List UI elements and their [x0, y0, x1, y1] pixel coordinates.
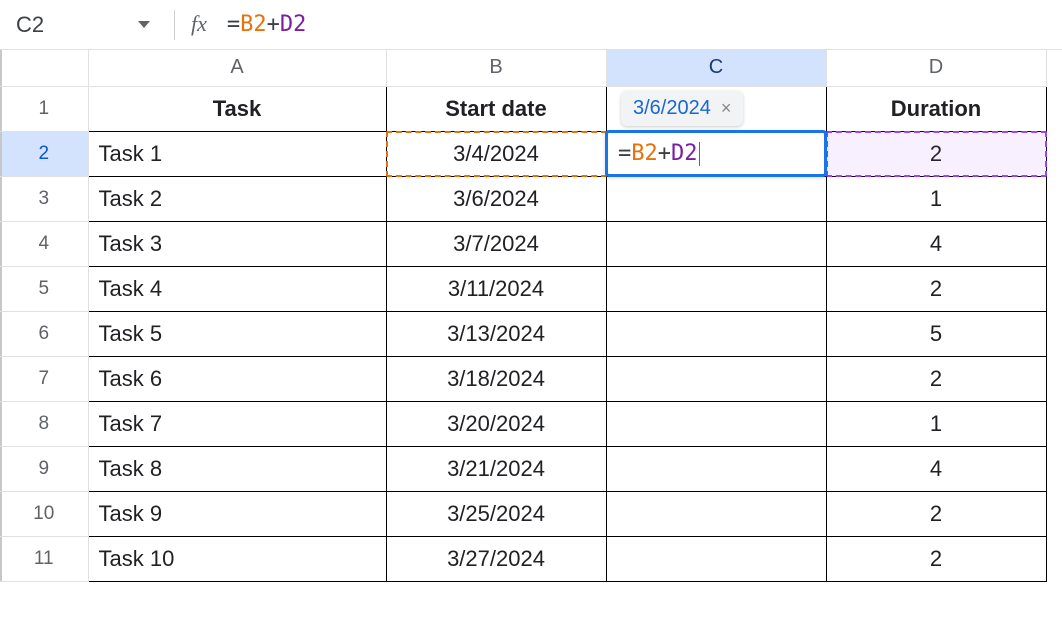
formula-token-ref1: B2 — [240, 12, 267, 37]
row-5: 5 Task 4 3/11/2024 2 — [0, 266, 1046, 311]
cell-D9[interactable]: 4 — [826, 446, 1046, 491]
cell-B5[interactable]: 3/11/2024 — [386, 266, 606, 311]
cell-A5[interactable]: Task 4 — [88, 266, 386, 311]
row-1: 1 Task Start date Duration — [0, 86, 1046, 131]
row-7: 7 Task 6 3/18/2024 2 — [0, 356, 1046, 401]
editor-token-plus: + — [658, 141, 671, 166]
name-box-value: C2 — [16, 12, 44, 38]
row-6: 6 Task 5 3/13/2024 5 — [0, 311, 1046, 356]
cell-D5[interactable]: 2 — [826, 266, 1046, 311]
row-header-2[interactable]: 2 — [0, 131, 88, 176]
cell-A3[interactable]: Task 2 — [88, 176, 386, 221]
cell-D1[interactable]: Duration — [826, 86, 1046, 131]
cell-D11[interactable]: 2 — [826, 536, 1046, 581]
select-all-corner[interactable] — [0, 50, 88, 86]
row-4: 4 Task 3 3/7/2024 4 — [0, 221, 1046, 266]
cell-A2[interactable]: Task 1 — [88, 131, 386, 176]
cell-C3[interactable] — [606, 176, 826, 221]
cell-B4[interactable]: 3/7/2024 — [386, 221, 606, 266]
cell-A9[interactable]: Task 8 — [88, 446, 386, 491]
formula-result-preview: 3/6/2024 × — [621, 91, 743, 126]
col-header-B[interactable]: B — [386, 50, 606, 86]
row-11: 11 Task 10 3/27/2024 2 — [0, 536, 1046, 581]
formula-bar: C2 fx =B2+D2 — [0, 0, 1062, 50]
cell-C10[interactable] — [606, 491, 826, 536]
cell-A6[interactable]: Task 5 — [88, 311, 386, 356]
formula-token-plus: + — [267, 12, 280, 37]
cell-C6[interactable] — [606, 311, 826, 356]
cell-editor[interactable]: =B2+D2 — [605, 130, 827, 177]
preview-value: 3/6/2024 — [633, 97, 711, 120]
cell-D10[interactable]: 2 — [826, 491, 1046, 536]
row-header-3[interactable]: 3 — [0, 176, 88, 221]
formula-token-eq: = — [227, 12, 240, 37]
chevron-down-icon[interactable] — [138, 21, 150, 28]
editor-token-ref1: B2 — [631, 141, 658, 166]
cell-D4[interactable]: 4 — [826, 221, 1046, 266]
cell-B3[interactable]: 3/6/2024 — [386, 176, 606, 221]
separator — [174, 10, 175, 40]
cell-B8[interactable]: 3/20/2024 — [386, 401, 606, 446]
row-header-6[interactable]: 6 — [0, 311, 88, 356]
text-cursor — [699, 142, 700, 166]
formula-input[interactable]: =B2+D2 — [227, 12, 307, 37]
cell-B11[interactable]: 3/27/2024 — [386, 536, 606, 581]
cell-B6[interactable]: 3/13/2024 — [386, 311, 606, 356]
row-header-8[interactable]: 8 — [0, 401, 88, 446]
cell-C9[interactable] — [606, 446, 826, 491]
cell-A4[interactable]: Task 3 — [88, 221, 386, 266]
column-header-row: A B C D — [0, 50, 1046, 86]
row-header-10[interactable]: 10 — [0, 491, 88, 536]
formula-token-ref2: D2 — [280, 12, 307, 37]
row-3: 3 Task 2 3/6/2024 1 — [0, 176, 1046, 221]
cell-B10[interactable]: 3/25/2024 — [386, 491, 606, 536]
cell-A11[interactable]: Task 10 — [88, 536, 386, 581]
cell-D6[interactable]: 5 — [826, 311, 1046, 356]
cell-D8[interactable]: 1 — [826, 401, 1046, 446]
close-icon[interactable]: × — [721, 98, 732, 119]
editor-token-eq: = — [618, 141, 631, 166]
row-8: 8 Task 7 3/20/2024 1 — [0, 401, 1046, 446]
row-2: 2 Task 1 3/4/2024 2 — [0, 131, 1046, 176]
cell-A7[interactable]: Task 6 — [88, 356, 386, 401]
cell-A10[interactable]: Task 9 — [88, 491, 386, 536]
cell-C7[interactable] — [606, 356, 826, 401]
cell-D3[interactable]: 1 — [826, 176, 1046, 221]
col-header-C[interactable]: C — [606, 50, 826, 86]
cell-A8[interactable]: Task 7 — [88, 401, 386, 446]
col-header-D[interactable]: D — [826, 50, 1046, 86]
row-10: 10 Task 9 3/25/2024 2 — [0, 491, 1046, 536]
cell-D2[interactable]: 2 — [826, 131, 1046, 176]
col-header-A[interactable]: A — [88, 50, 386, 86]
cell-C11[interactable] — [606, 536, 826, 581]
spreadsheet-grid[interactable]: A B C D 1 Task Start date Duration 2 Tas… — [0, 50, 1062, 582]
cell-B7[interactable]: 3/18/2024 — [386, 356, 606, 401]
cell-C4[interactable] — [606, 221, 826, 266]
cell-B2[interactable]: 3/4/2024 — [386, 131, 606, 176]
row-header-1[interactable]: 1 — [0, 86, 88, 131]
cell-C5[interactable] — [606, 266, 826, 311]
row-9: 9 Task 8 3/21/2024 4 — [0, 446, 1046, 491]
cell-B1[interactable]: Start date — [386, 86, 606, 131]
row-header-9[interactable]: 9 — [0, 446, 88, 491]
row-header-7[interactable]: 7 — [0, 356, 88, 401]
row-header-11[interactable]: 11 — [0, 536, 88, 581]
editor-token-ref2: D2 — [671, 141, 698, 166]
cell-D7[interactable]: 2 — [826, 356, 1046, 401]
row-header-4[interactable]: 4 — [0, 221, 88, 266]
cell-B9[interactable]: 3/21/2024 — [386, 446, 606, 491]
cell-A1[interactable]: Task — [88, 86, 386, 131]
name-box[interactable]: C2 — [8, 8, 158, 42]
fx-icon[interactable]: fx — [191, 11, 207, 37]
cell-C8[interactable] — [606, 401, 826, 446]
row-header-5[interactable]: 5 — [0, 266, 88, 311]
